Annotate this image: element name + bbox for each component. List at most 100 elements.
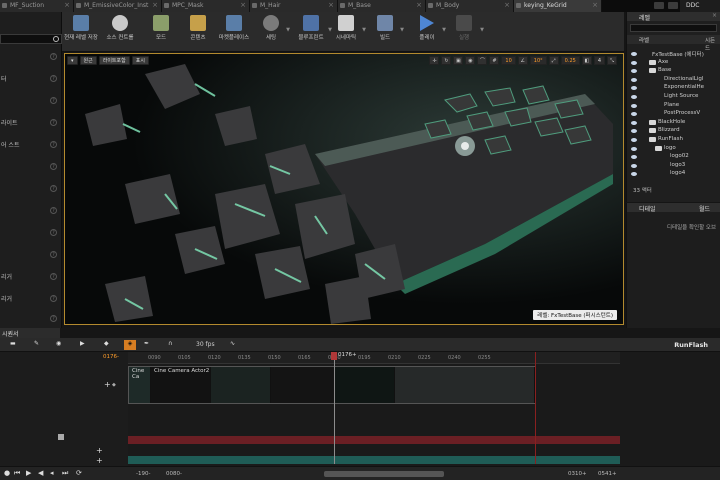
snap-magnet-icon[interactable]: ∩ <box>168 340 172 350</box>
shot-section[interactable]: Cine Ca <box>129 367 151 403</box>
outliner-row[interactable]: Blizzard <box>627 127 720 136</box>
close-icon[interactable]: × <box>64 1 70 9</box>
show-button[interactable]: 표시 <box>131 56 149 65</box>
save-icon[interactable]: ▬ <box>10 340 16 350</box>
scale-snap-icon[interactable]: ⤢ <box>548 56 559 65</box>
scale-snap-value[interactable]: 0.25 <box>560 56 580 65</box>
rotation-snap-icon[interactable]: ∠ <box>517 56 528 65</box>
modes-item[interactable]: ? <box>0 52 62 62</box>
visibility-eye-icon[interactable] <box>631 129 637 134</box>
help-icon[interactable]: ? <box>50 295 57 302</box>
tab-mpc-mask[interactable]: MPC_Mask × <box>162 0 250 12</box>
sequencer-tab[interactable]: 시퀀서 <box>0 328 60 338</box>
outliner-row[interactable]: DirectionalLigl <box>627 76 720 85</box>
maximize-button[interactable] <box>668 2 678 9</box>
outliner-row[interactable]: logo02 <box>627 153 720 162</box>
scale-icon[interactable]: ▣ <box>453 56 464 65</box>
range-start-label[interactable]: -190- <box>136 471 150 477</box>
step-back-icon[interactable]: ◀ <box>38 470 46 478</box>
modes-item[interactable]: ? <box>0 206 62 216</box>
visibility-eye-icon[interactable] <box>631 146 637 151</box>
close-icon[interactable]: × <box>240 1 246 9</box>
range-end-label[interactable]: 0541+ <box>598 471 617 477</box>
shot-section[interactable]: Cine Camera Actor2 <box>151 367 211 403</box>
tab-m-hair[interactable]: M_Hair × <box>250 0 338 12</box>
close-icon[interactable]: × <box>152 1 158 9</box>
visibility-eye-icon[interactable] <box>631 86 637 91</box>
visibility-eye-icon[interactable] <box>631 103 637 108</box>
outliner-tab[interactable]: 레벨 × <box>627 12 720 22</box>
visibility-eye-icon[interactable] <box>631 95 637 99</box>
help-icon[interactable]: ? <box>50 185 57 192</box>
tab-m-body[interactable]: M_Body × <box>426 0 514 12</box>
launch-button[interactable]: 실행 ▼ <box>450 15 484 51</box>
modes-item[interactable]: ? <box>0 228 62 238</box>
event-track[interactable] <box>128 436 620 444</box>
outliner-row[interactable]: logo4 <box>627 170 720 179</box>
help-icon[interactable]: ? <box>50 75 57 82</box>
help-icon[interactable]: ? <box>50 229 57 236</box>
visibility-eye-icon[interactable] <box>631 163 637 168</box>
outliner-row[interactable]: Light Source <box>627 93 720 102</box>
outliner-row[interactable]: Plane <box>627 102 720 111</box>
modes-item[interactable]: ? <box>0 184 62 194</box>
help-icon[interactable]: ? <box>50 97 57 104</box>
add-track-icon[interactable]: + <box>96 446 103 455</box>
outliner-row[interactable]: logo3 <box>627 162 720 171</box>
time-ruler[interactable]: 0090010501200135015001650180019502100225… <box>128 352 620 364</box>
help-icon[interactable]: ? <box>50 315 57 322</box>
settings-button[interactable]: 세팅 ▼ <box>258 15 290 51</box>
key-icon[interactable]: ◆ <box>104 340 109 350</box>
build-button[interactable]: 빌드 ▼ <box>372 15 404 51</box>
pen-icon[interactable]: ✒ <box>144 340 149 350</box>
tab-mf-suction[interactable]: MF_Suction × <box>0 0 74 12</box>
visibility-eye-icon[interactable] <box>631 112 637 117</box>
outliner-row[interactable]: Axe <box>627 59 720 68</box>
grid-snap-value[interactable]: 10 <box>501 56 516 65</box>
outliner-row[interactable]: Base <box>627 67 720 76</box>
tab-m-base[interactable]: M_Base × <box>338 0 426 12</box>
play-icon[interactable]: ▶ <box>26 470 34 478</box>
view-start-label[interactable]: 0080- <box>166 471 182 477</box>
modes-item[interactable]: 라이트? <box>0 118 62 128</box>
fade-track[interactable] <box>128 456 620 464</box>
modes-item[interactable]: ? <box>0 96 62 106</box>
modes-item[interactable]: ? <box>0 314 62 324</box>
details-tab[interactable]: 디테일 월드 <box>627 203 720 213</box>
modes-item[interactable]: 리거? <box>0 294 62 304</box>
visibility-eye-icon[interactable] <box>631 155 637 160</box>
visibility-eye-icon[interactable] <box>631 77 637 82</box>
modes-item[interactable]: 리거? <box>0 272 62 282</box>
timeline-scrollbar[interactable] <box>324 471 444 477</box>
tab-m-emissivecolor-inst[interactable]: M_EmissiveColor_Inst × <box>74 0 162 12</box>
close-icon[interactable]: × <box>592 1 598 9</box>
help-icon[interactable]: ? <box>50 53 57 60</box>
record-icon[interactable]: ● <box>4 470 12 478</box>
visibility-eye-icon[interactable] <box>631 52 637 56</box>
visibility-eye-icon[interactable] <box>631 69 637 74</box>
help-icon[interactable]: ? <box>50 207 57 214</box>
jump-to-start-icon[interactable]: ⏮ <box>14 470 22 478</box>
playhead-line[interactable] <box>334 352 335 464</box>
minimize-button[interactable] <box>654 2 664 9</box>
transform-icon[interactable]: ✎ <box>34 340 39 350</box>
playhead-handle[interactable] <box>331 352 337 360</box>
help-icon[interactable]: ? <box>50 163 57 170</box>
maximize-viewport-icon[interactable]: ⤡ <box>607 56 617 65</box>
modes-item[interactable]: ? <box>0 162 62 172</box>
level-viewport[interactable]: ▾ 원근 라이트포함 표시 ✛ ↻ ▣ ◉ ⌒ # 10 ∠ 10° ⤢ 0.2… <box>64 53 624 325</box>
curve-editor-icon[interactable]: ∿ <box>230 340 235 350</box>
modes-button[interactable]: 모드 <box>148 15 174 51</box>
view-end-label[interactable]: 0310+ <box>568 471 587 477</box>
grid-snap-icon[interactable]: # <box>489 56 500 65</box>
visibility-eye-icon[interactable] <box>631 138 637 142</box>
viewport-options-button[interactable]: ▾ <box>67 56 78 65</box>
blueprints-button[interactable]: 블루프린트 ▼ <box>296 15 332 51</box>
modes-item[interactable]: ? <box>0 250 62 260</box>
close-icon[interactable]: × <box>504 1 510 9</box>
world-local-icon[interactable]: ◉ <box>465 56 476 65</box>
modes-search-input[interactable] <box>0 34 62 44</box>
visibility-eye-icon[interactable] <box>631 120 637 125</box>
fps-selector[interactable]: 30 fps <box>196 341 215 348</box>
close-icon[interactable]: × <box>712 12 717 19</box>
